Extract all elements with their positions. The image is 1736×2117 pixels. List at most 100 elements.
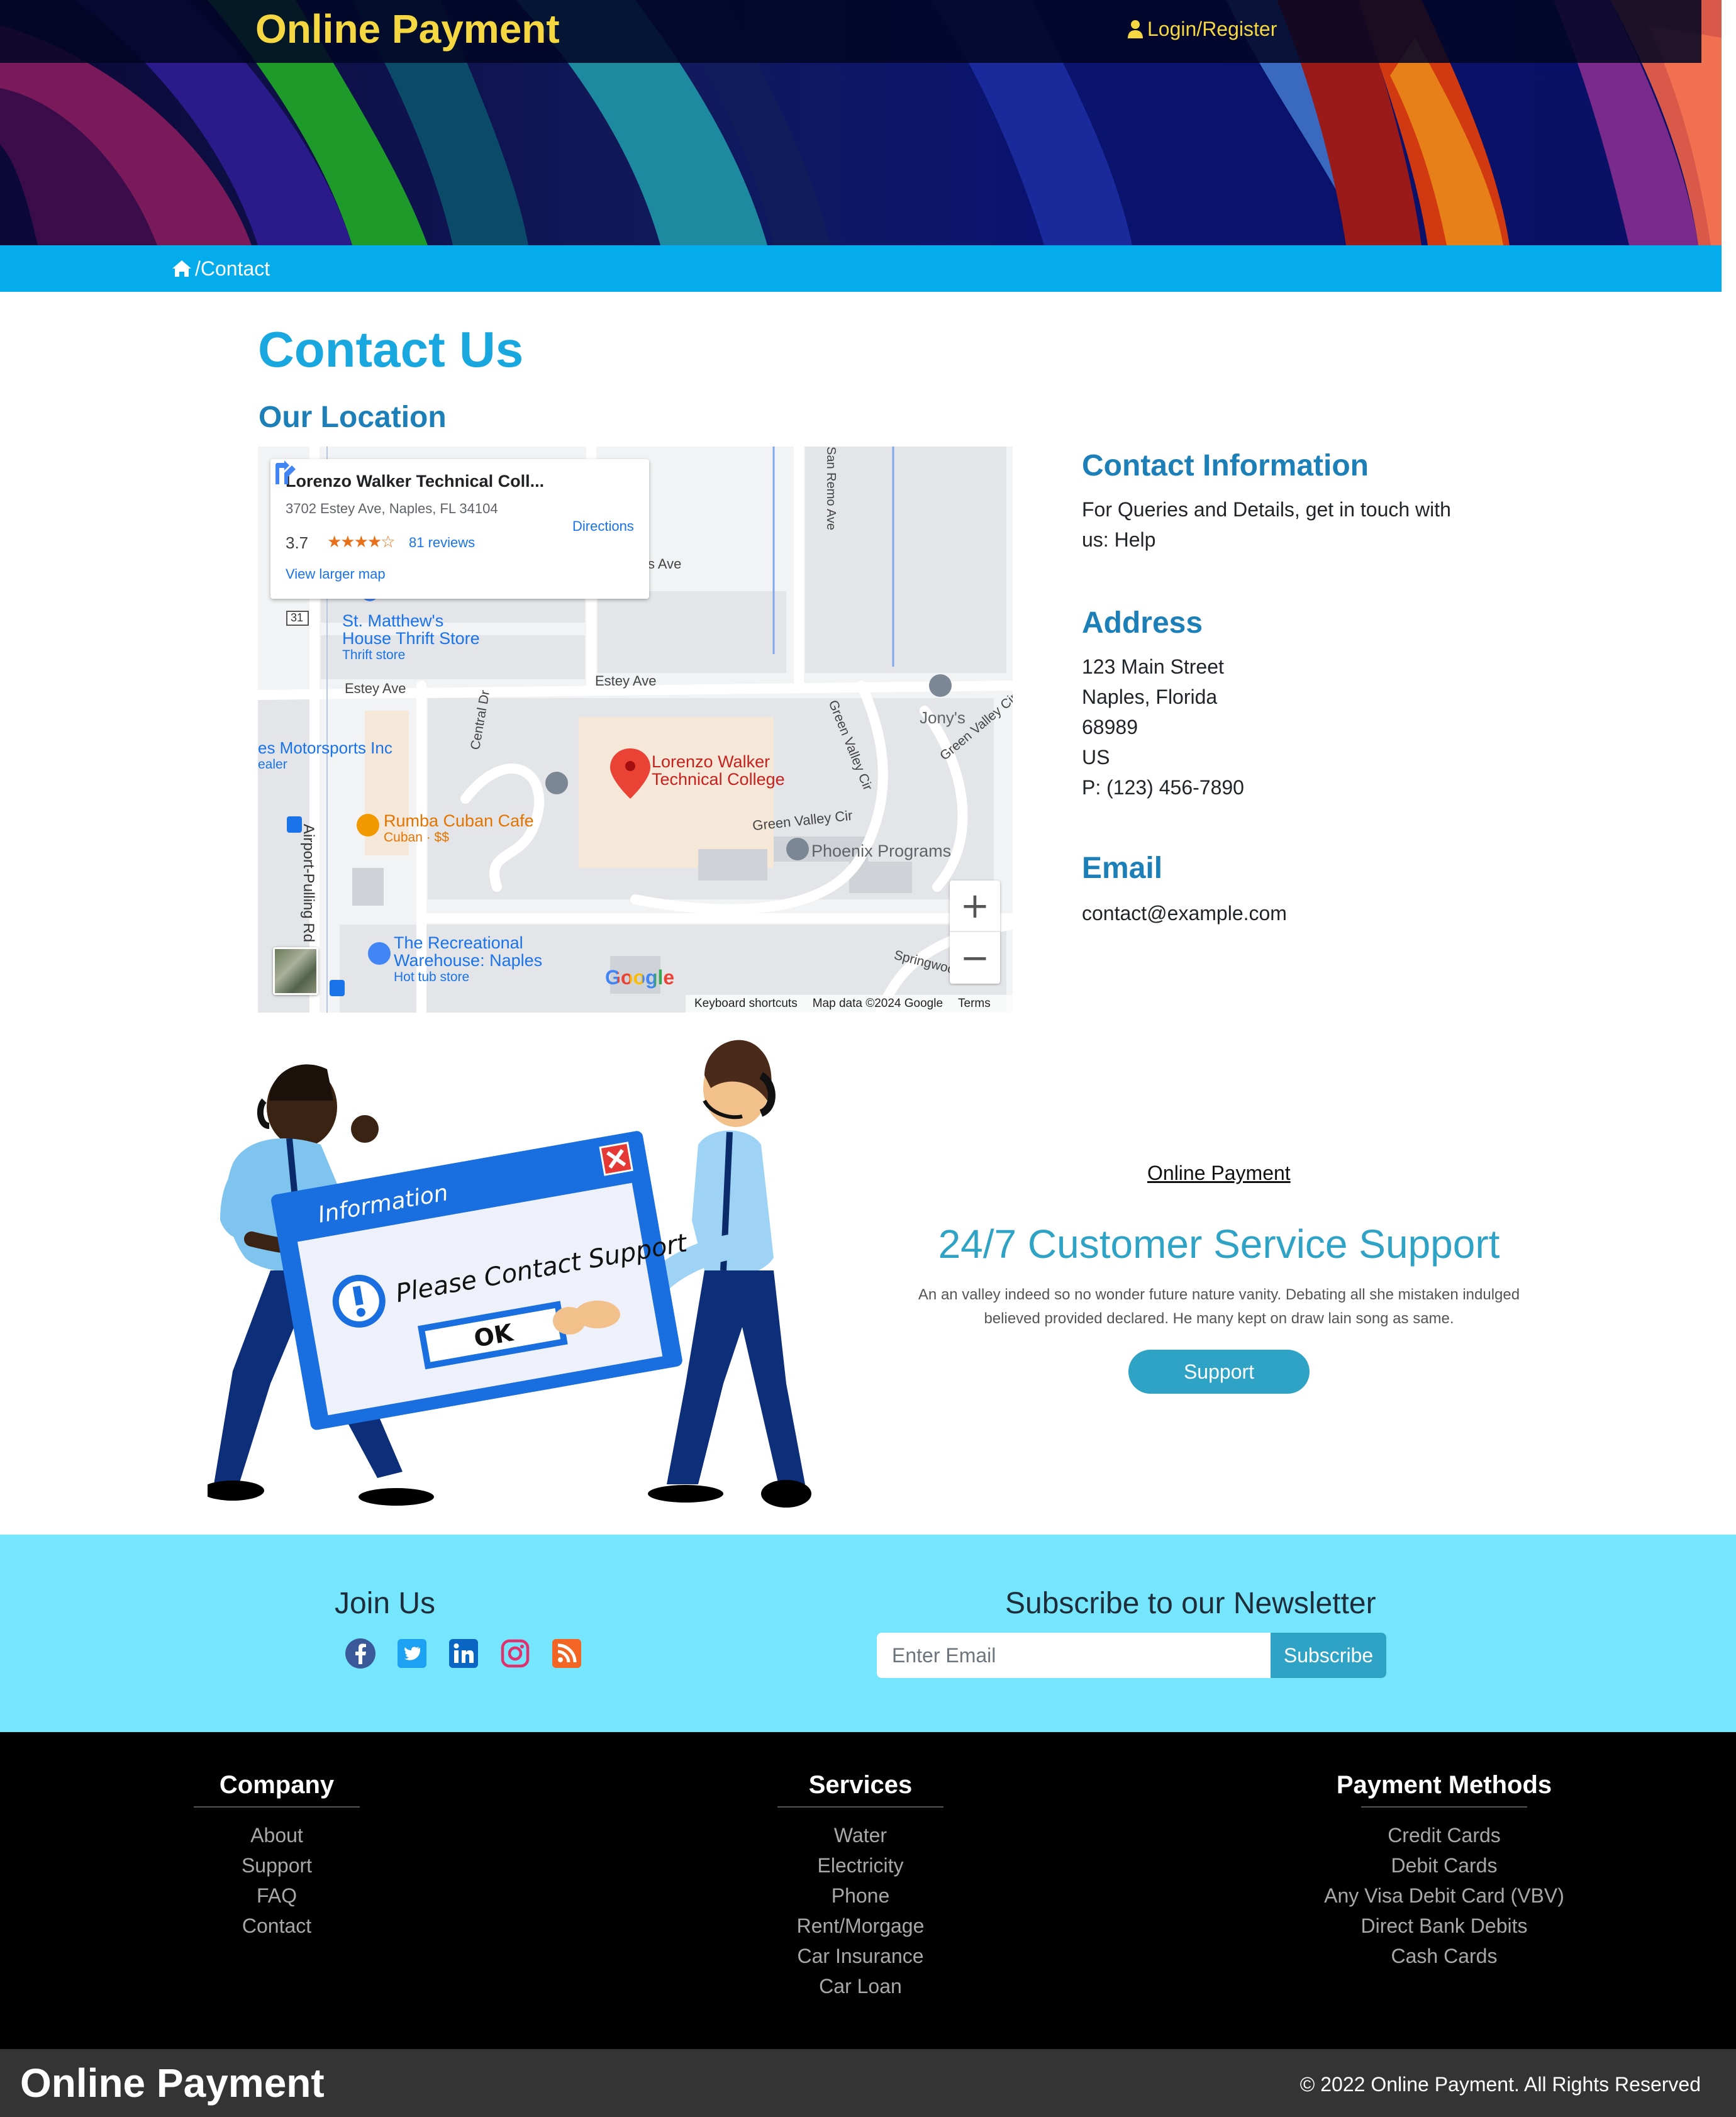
footer-link-vbv[interactable]: Any Visa Debit Card (VBV) (1299, 1881, 1589, 1911)
map-zoom-controls: + − (950, 881, 1000, 984)
support-illustration: Information Please Contact Support OK (208, 1040, 811, 1508)
contact-info-heading: Contact Information (1082, 449, 1369, 482)
satellite-toggle[interactable] (273, 947, 318, 995)
copyright-text: © 2022 Online Payment. All Rights Reserv… (1299, 2073, 1701, 2096)
directions-link[interactable]: Directions (572, 518, 634, 535)
contact-info-text-2: us: Help (1082, 528, 1156, 551)
footer-link-faq[interactable]: FAQ (132, 1881, 421, 1911)
map-label-route: 31 (291, 611, 304, 624)
map-attribution-bar: Keyboard shortcuts Map data ©2024 Google… (686, 995, 1013, 1013)
view-larger-map-link[interactable]: View larger map (286, 566, 386, 582)
map-label-airport-pulling: Airport-Pulling Rd S (300, 824, 317, 957)
footer-column-services: Services Water Electricity Phone Rent/Mo… (716, 1767, 1005, 2001)
map-label-lwtc: Lorenzo Walker (652, 752, 771, 771)
google-logo: Google (605, 966, 675, 989)
footer-link-about[interactable]: About (132, 1820, 421, 1850)
map-label-thrift: Thrift store (342, 648, 406, 662)
footer-divider (777, 1806, 943, 1808)
newsletter-email-input[interactable] (877, 1633, 1271, 1678)
keyboard-shortcuts-link[interactable]: Keyboard shortcuts (694, 997, 798, 1011)
address-line: US (1082, 746, 1110, 769)
map-label-estey-left: Estey Ave (345, 681, 406, 696)
address-heading: Address (1082, 606, 1203, 640)
footer-link-car-loan[interactable]: Car Loan (716, 1971, 1005, 2001)
contact-info-text: For Queries and Details, get in touch wi… (1082, 498, 1451, 521)
zoom-out-button[interactable]: − (950, 932, 1000, 984)
zoom-in-button[interactable]: + (950, 881, 1000, 932)
footer-divider (194, 1806, 360, 1808)
map-label-estey-mid: Estey Ave (595, 673, 657, 689)
twitter-icon[interactable] (396, 1638, 428, 1669)
email-address: contact@example.com (1082, 902, 1287, 925)
support-description: An an valley indeed so no wonder future … (892, 1283, 1546, 1331)
support-description-line: believed provided declared. He many kept… (984, 1310, 1454, 1327)
address-line: 68989 (1082, 716, 1138, 738)
map-label-st-matthews-2: House Thrift Store (342, 629, 480, 648)
map-label-san-remo: San Remo Ave (824, 447, 838, 531)
footer-brand[interactable]: Online Payment (20, 2059, 325, 2107)
rss-icon[interactable] (551, 1638, 582, 1669)
map-label-st-matthews: St. Matthew's (342, 611, 444, 630)
star-rating-icon: ★★★★☆ (327, 532, 396, 551)
footer-column-payment-methods: Payment Methods Credit Cards Debit Cards… (1299, 1767, 1589, 1971)
location-heading: Our Location (259, 401, 447, 434)
map-label-s-ave: s Ave (648, 556, 682, 572)
map-place-card: Lorenzo Walker Technical Coll... 3702 Es… (270, 459, 649, 599)
directions-icon[interactable] (270, 459, 298, 487)
email-heading: Email (1082, 852, 1163, 885)
social-links (345, 1638, 582, 1669)
footer-link-water[interactable]: Water (716, 1820, 1005, 1850)
brand-logo[interactable]: Online Payment (255, 5, 560, 53)
support-description-line: An an valley indeed so no wonder future … (918, 1286, 1520, 1303)
phone-number: P: (123) 456-7890 (1082, 776, 1244, 799)
support-heading: 24/7 Customer Service Support (938, 1221, 1500, 1267)
google-map-embed[interactable]: 31 St. Matthew's House Thrift Store Thri… (258, 447, 1013, 1013)
address-line: Naples, Florida (1082, 686, 1218, 708)
login-register-label: Login/Register (1147, 18, 1277, 40)
footer-link-bank-debits[interactable]: Direct Bank Debits (1299, 1911, 1589, 1941)
hero-banner: Online Payment Login/Register (0, 0, 1722, 245)
map-reviews-link[interactable]: 81 reviews (409, 535, 475, 551)
user-icon (1128, 20, 1143, 38)
map-label-recreational-2: Warehouse: Naples (394, 951, 543, 970)
footer-column-company: Company About Support FAQ Contact (132, 1767, 421, 1941)
map-label-lwtc-2: Technical College (652, 770, 785, 789)
linkedin-icon[interactable] (448, 1638, 479, 1669)
footer-column-title: Payment Methods (1336, 1771, 1552, 1799)
map-place-address: 3702 Estey Ave, Naples, FL 34104 (286, 501, 498, 516)
map-terms-link[interactable]: Terms (958, 997, 991, 1011)
instagram-icon[interactable] (499, 1638, 531, 1669)
map-label-motorsports: es Motorsports Inc (258, 738, 392, 757)
home-icon[interactable] (171, 259, 192, 278)
breadcrumb-current: /Contact (195, 257, 270, 280)
breadcrumb: /Contact (0, 245, 1722, 292)
map-data-credit: Map data ©2024 Google (812, 997, 943, 1010)
address-line: 123 Main Street (1082, 655, 1224, 678)
map-label-rumba: Rumba Cuban Cafe (384, 811, 534, 830)
footer-link-credit-cards[interactable]: Credit Cards (1299, 1820, 1589, 1850)
bottom-bar: Online Payment © 2022 Online Payment. Al… (0, 2049, 1736, 2117)
footer-link-phone[interactable]: Phone (716, 1881, 1005, 1911)
footer-link-rent[interactable]: Rent/Morgage (716, 1911, 1005, 1941)
footer-column-title: Services (808, 1771, 913, 1799)
facebook-icon[interactable] (345, 1638, 376, 1669)
map-place-name: Lorenzo Walker Technical Coll... (286, 472, 545, 491)
footer-link-contact[interactable]: Contact (132, 1911, 421, 1941)
footer-link-debit-cards[interactable]: Debit Cards (1299, 1850, 1589, 1881)
footer-link-car-insurance[interactable]: Car Insurance (716, 1941, 1005, 1971)
subscribe-button[interactable]: Subscribe (1271, 1633, 1386, 1678)
footer-column-title: Company (219, 1771, 335, 1799)
support-brand-link[interactable]: Online Payment (1147, 1160, 1291, 1186)
footer-link-electricity[interactable]: Electricity (716, 1850, 1005, 1881)
map-label-rumba-sub: Cuban · $$ (384, 830, 449, 845)
map-label-dealer: ealer (258, 757, 287, 772)
map-place-rating: 3.7 (286, 533, 309, 552)
footer-link-cash-cards[interactable]: Cash Cards (1299, 1941, 1589, 1971)
map-label-hot-tub: Hot tub store (394, 970, 470, 984)
map-label-jonys: Jony's (920, 708, 965, 727)
login-register-link[interactable]: Login/Register (1127, 15, 1277, 43)
footer-link-support[interactable]: Support (132, 1850, 421, 1881)
map-label-recreational: The Recreational (394, 933, 523, 952)
page-title: Contact Us (258, 321, 524, 377)
support-button[interactable]: Support (1128, 1350, 1310, 1394)
